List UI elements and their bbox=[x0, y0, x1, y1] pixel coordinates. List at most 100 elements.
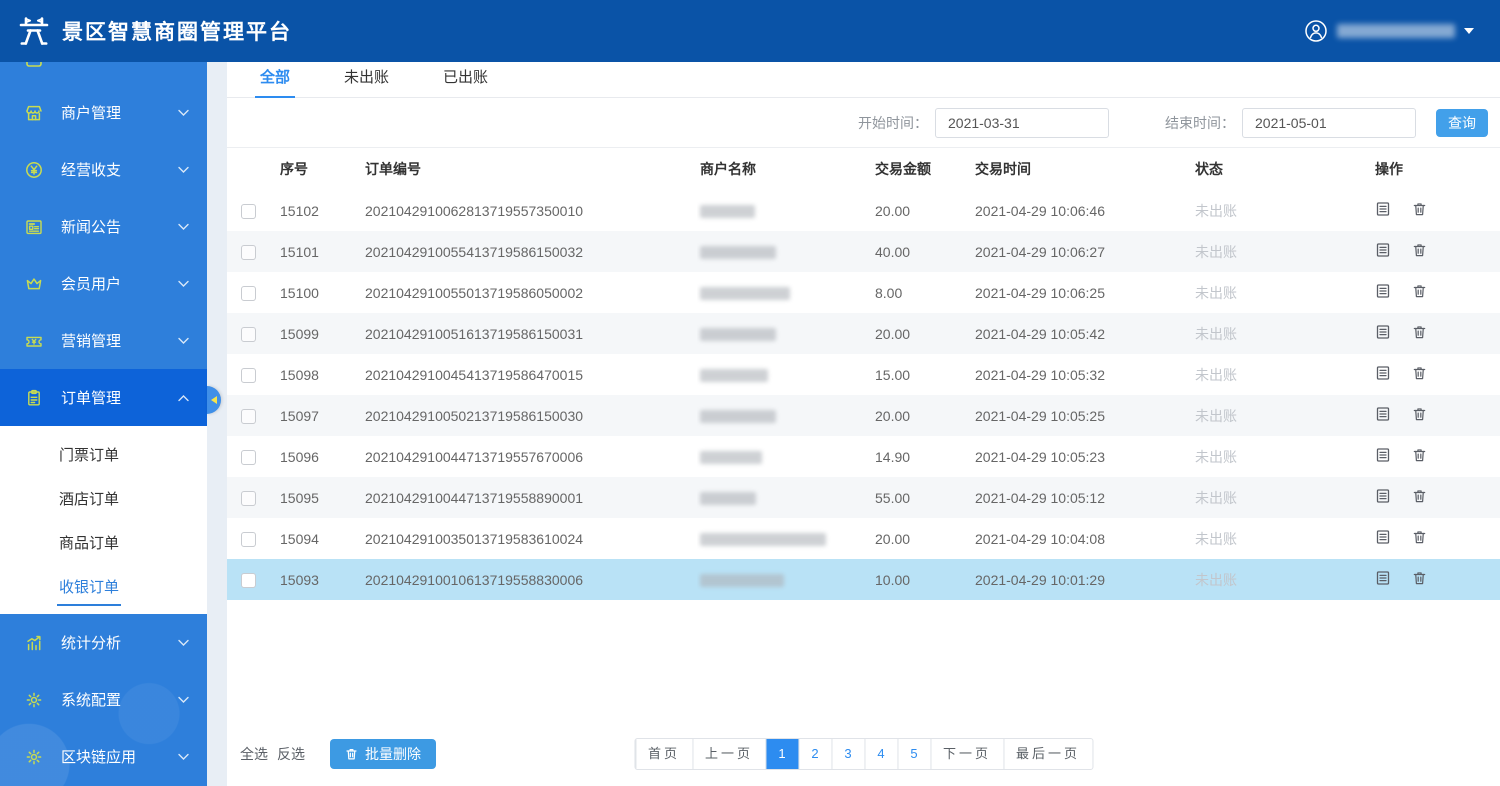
cell-status: 未出账 bbox=[1192, 354, 1372, 395]
cell-seq: 15096 bbox=[277, 436, 362, 477]
table-row[interactable]: 15094 2021042910035013719583610024 20.00… bbox=[227, 518, 1500, 559]
row-checkbox[interactable] bbox=[241, 409, 256, 424]
page-button[interactable]: 下一页 bbox=[930, 739, 1003, 769]
table-row[interactable]: 15093 2021042910010613719558830006 10.00… bbox=[227, 559, 1500, 600]
start-time-label: 开始时间： bbox=[858, 113, 928, 133]
row-checkbox[interactable] bbox=[241, 368, 256, 383]
submenu-item[interactable]: 收银订单 bbox=[0, 564, 207, 608]
invert-select-link[interactable]: 反选 bbox=[277, 744, 305, 764]
cell-amount: 40.00 bbox=[872, 231, 972, 272]
row-checkbox[interactable] bbox=[241, 491, 256, 506]
detail-icon[interactable] bbox=[1375, 529, 1391, 548]
page-button[interactable]: 3 bbox=[831, 739, 864, 769]
row-checkbox[interactable] bbox=[241, 532, 256, 547]
table-row[interactable]: 15097 2021042910050213719586150030 20.00… bbox=[227, 395, 1500, 436]
query-button[interactable]: 查询 bbox=[1436, 109, 1488, 137]
page-button[interactable]: 首页 bbox=[635, 739, 692, 769]
table-row[interactable]: 15098 2021042910045413719586470015 15.00… bbox=[227, 354, 1500, 395]
sidebar-item-blockchain[interactable]: 区块链应用 bbox=[0, 728, 207, 785]
cell-ops bbox=[1372, 231, 1500, 272]
tab[interactable]: 全部 bbox=[255, 66, 295, 98]
chevron-down-icon bbox=[178, 639, 189, 647]
batch-delete-button[interactable]: 批量删除 bbox=[330, 739, 436, 769]
cell-amount: 8.00 bbox=[872, 272, 972, 313]
sidebar-item-label: 统计分析 bbox=[61, 632, 178, 653]
cell-status: 未出账 bbox=[1192, 272, 1372, 313]
delete-icon[interactable] bbox=[1412, 242, 1427, 261]
clipped-menu-item[interactable] bbox=[0, 62, 207, 84]
start-time-input[interactable] bbox=[935, 108, 1109, 138]
row-checkbox[interactable] bbox=[241, 573, 256, 588]
cell-order-no: 2021042910045413719586470015 bbox=[362, 354, 697, 395]
end-time-input[interactable] bbox=[1242, 108, 1416, 138]
bulk-actions: 全选 反选 批量删除 bbox=[240, 739, 436, 769]
sidebar-item-marketing[interactable]: 营销管理 bbox=[0, 312, 207, 369]
detail-icon[interactable] bbox=[1375, 324, 1391, 343]
detail-icon[interactable] bbox=[1375, 447, 1391, 466]
yuan-circle-icon bbox=[24, 160, 46, 180]
delete-icon[interactable] bbox=[1412, 447, 1427, 466]
table-row[interactable]: 15095 2021042910044713719558890001 55.00… bbox=[227, 477, 1500, 518]
detail-icon[interactable] bbox=[1375, 283, 1391, 302]
page-button[interactable]: 最后一页 bbox=[1003, 739, 1092, 769]
cell-ops bbox=[1372, 190, 1500, 231]
batch-delete-label: 批量删除 bbox=[365, 744, 421, 764]
trash-icon bbox=[345, 747, 358, 761]
clipboard-icon bbox=[24, 388, 46, 408]
sidebar-item-system-config[interactable]: 系统配置 bbox=[0, 671, 207, 728]
user-menu[interactable] bbox=[1304, 0, 1474, 62]
cell-time: 2021-04-29 10:05:25 bbox=[972, 395, 1192, 436]
detail-icon[interactable] bbox=[1375, 406, 1391, 425]
delete-icon[interactable] bbox=[1412, 324, 1427, 343]
tab[interactable]: 已出账 bbox=[438, 66, 493, 98]
sidebar-item-members[interactable]: 会员用户 bbox=[0, 255, 207, 312]
sidebar-item-merchant-mgmt[interactable]: 商户管理 bbox=[0, 84, 207, 141]
tab[interactable]: 未出账 bbox=[339, 66, 394, 98]
delete-icon[interactable] bbox=[1412, 570, 1427, 589]
cell-time: 2021-04-29 10:01:29 bbox=[972, 559, 1192, 600]
submenu-item[interactable]: 商品订单 bbox=[0, 520, 207, 564]
delete-icon[interactable] bbox=[1412, 488, 1427, 507]
detail-icon[interactable] bbox=[1375, 201, 1391, 220]
table-row[interactable]: 15100 2021042910055013719586050002 8.00 … bbox=[227, 272, 1500, 313]
delete-icon[interactable] bbox=[1412, 365, 1427, 384]
cell-order-no: 2021042910010613719558830006 bbox=[362, 559, 697, 600]
delete-icon[interactable] bbox=[1412, 406, 1427, 425]
page-button[interactable]: 上一页 bbox=[692, 739, 765, 769]
page-button[interactable]: 4 bbox=[864, 739, 897, 769]
cell-ops bbox=[1372, 559, 1500, 600]
page-button[interactable]: 2 bbox=[798, 739, 831, 769]
sidebar-item-orders[interactable]: 订单管理 bbox=[0, 369, 207, 426]
table-row[interactable]: 15102 2021042910062813719557350010 20.00… bbox=[227, 190, 1500, 231]
col-order-no: 订单编号 bbox=[362, 148, 697, 190]
table-row[interactable]: 15099 2021042910051613719586150031 20.00… bbox=[227, 313, 1500, 354]
submenu-item[interactable]: 酒店订单 bbox=[0, 476, 207, 520]
row-checkbox[interactable] bbox=[241, 245, 256, 260]
select-all-link[interactable]: 全选 bbox=[240, 744, 268, 764]
app-title: 景区智慧商圈管理平台 bbox=[62, 16, 292, 46]
app-header: 景区智慧商圈管理平台 bbox=[0, 0, 1500, 62]
detail-icon[interactable] bbox=[1375, 488, 1391, 507]
page-button[interactable]: 1 bbox=[765, 739, 798, 769]
sidebar-item-income-expense[interactable]: 经营收支 bbox=[0, 141, 207, 198]
submenu-item[interactable]: 门票订单 bbox=[0, 432, 207, 476]
table-row[interactable]: 15096 2021042910044713719557670006 14.90… bbox=[227, 436, 1500, 477]
table-row[interactable]: 15101 2021042910055413719586150032 40.00… bbox=[227, 231, 1500, 272]
sidebar-item-statistics[interactable]: 统计分析 bbox=[0, 614, 207, 671]
page-button[interactable]: 5 bbox=[897, 739, 930, 769]
cell-ops bbox=[1372, 354, 1500, 395]
orders-table: 序号 订单编号 商户名称 交易金额 交易时间 状态 操作 15102 bbox=[227, 148, 1500, 600]
detail-icon[interactable] bbox=[1375, 242, 1391, 261]
row-checkbox[interactable] bbox=[241, 327, 256, 342]
sidebar-item-news[interactable]: 新闻公告 bbox=[0, 198, 207, 255]
ticket-icon bbox=[24, 331, 46, 351]
delete-icon[interactable] bbox=[1412, 201, 1427, 220]
detail-icon[interactable] bbox=[1375, 570, 1391, 589]
delete-icon[interactable] bbox=[1412, 283, 1427, 302]
row-checkbox[interactable] bbox=[241, 204, 256, 219]
row-checkbox[interactable] bbox=[241, 286, 256, 301]
row-checkbox[interactable] bbox=[241, 450, 256, 465]
sidebar-item-label: 区块链应用 bbox=[61, 746, 178, 767]
delete-icon[interactable] bbox=[1412, 529, 1427, 548]
detail-icon[interactable] bbox=[1375, 365, 1391, 384]
